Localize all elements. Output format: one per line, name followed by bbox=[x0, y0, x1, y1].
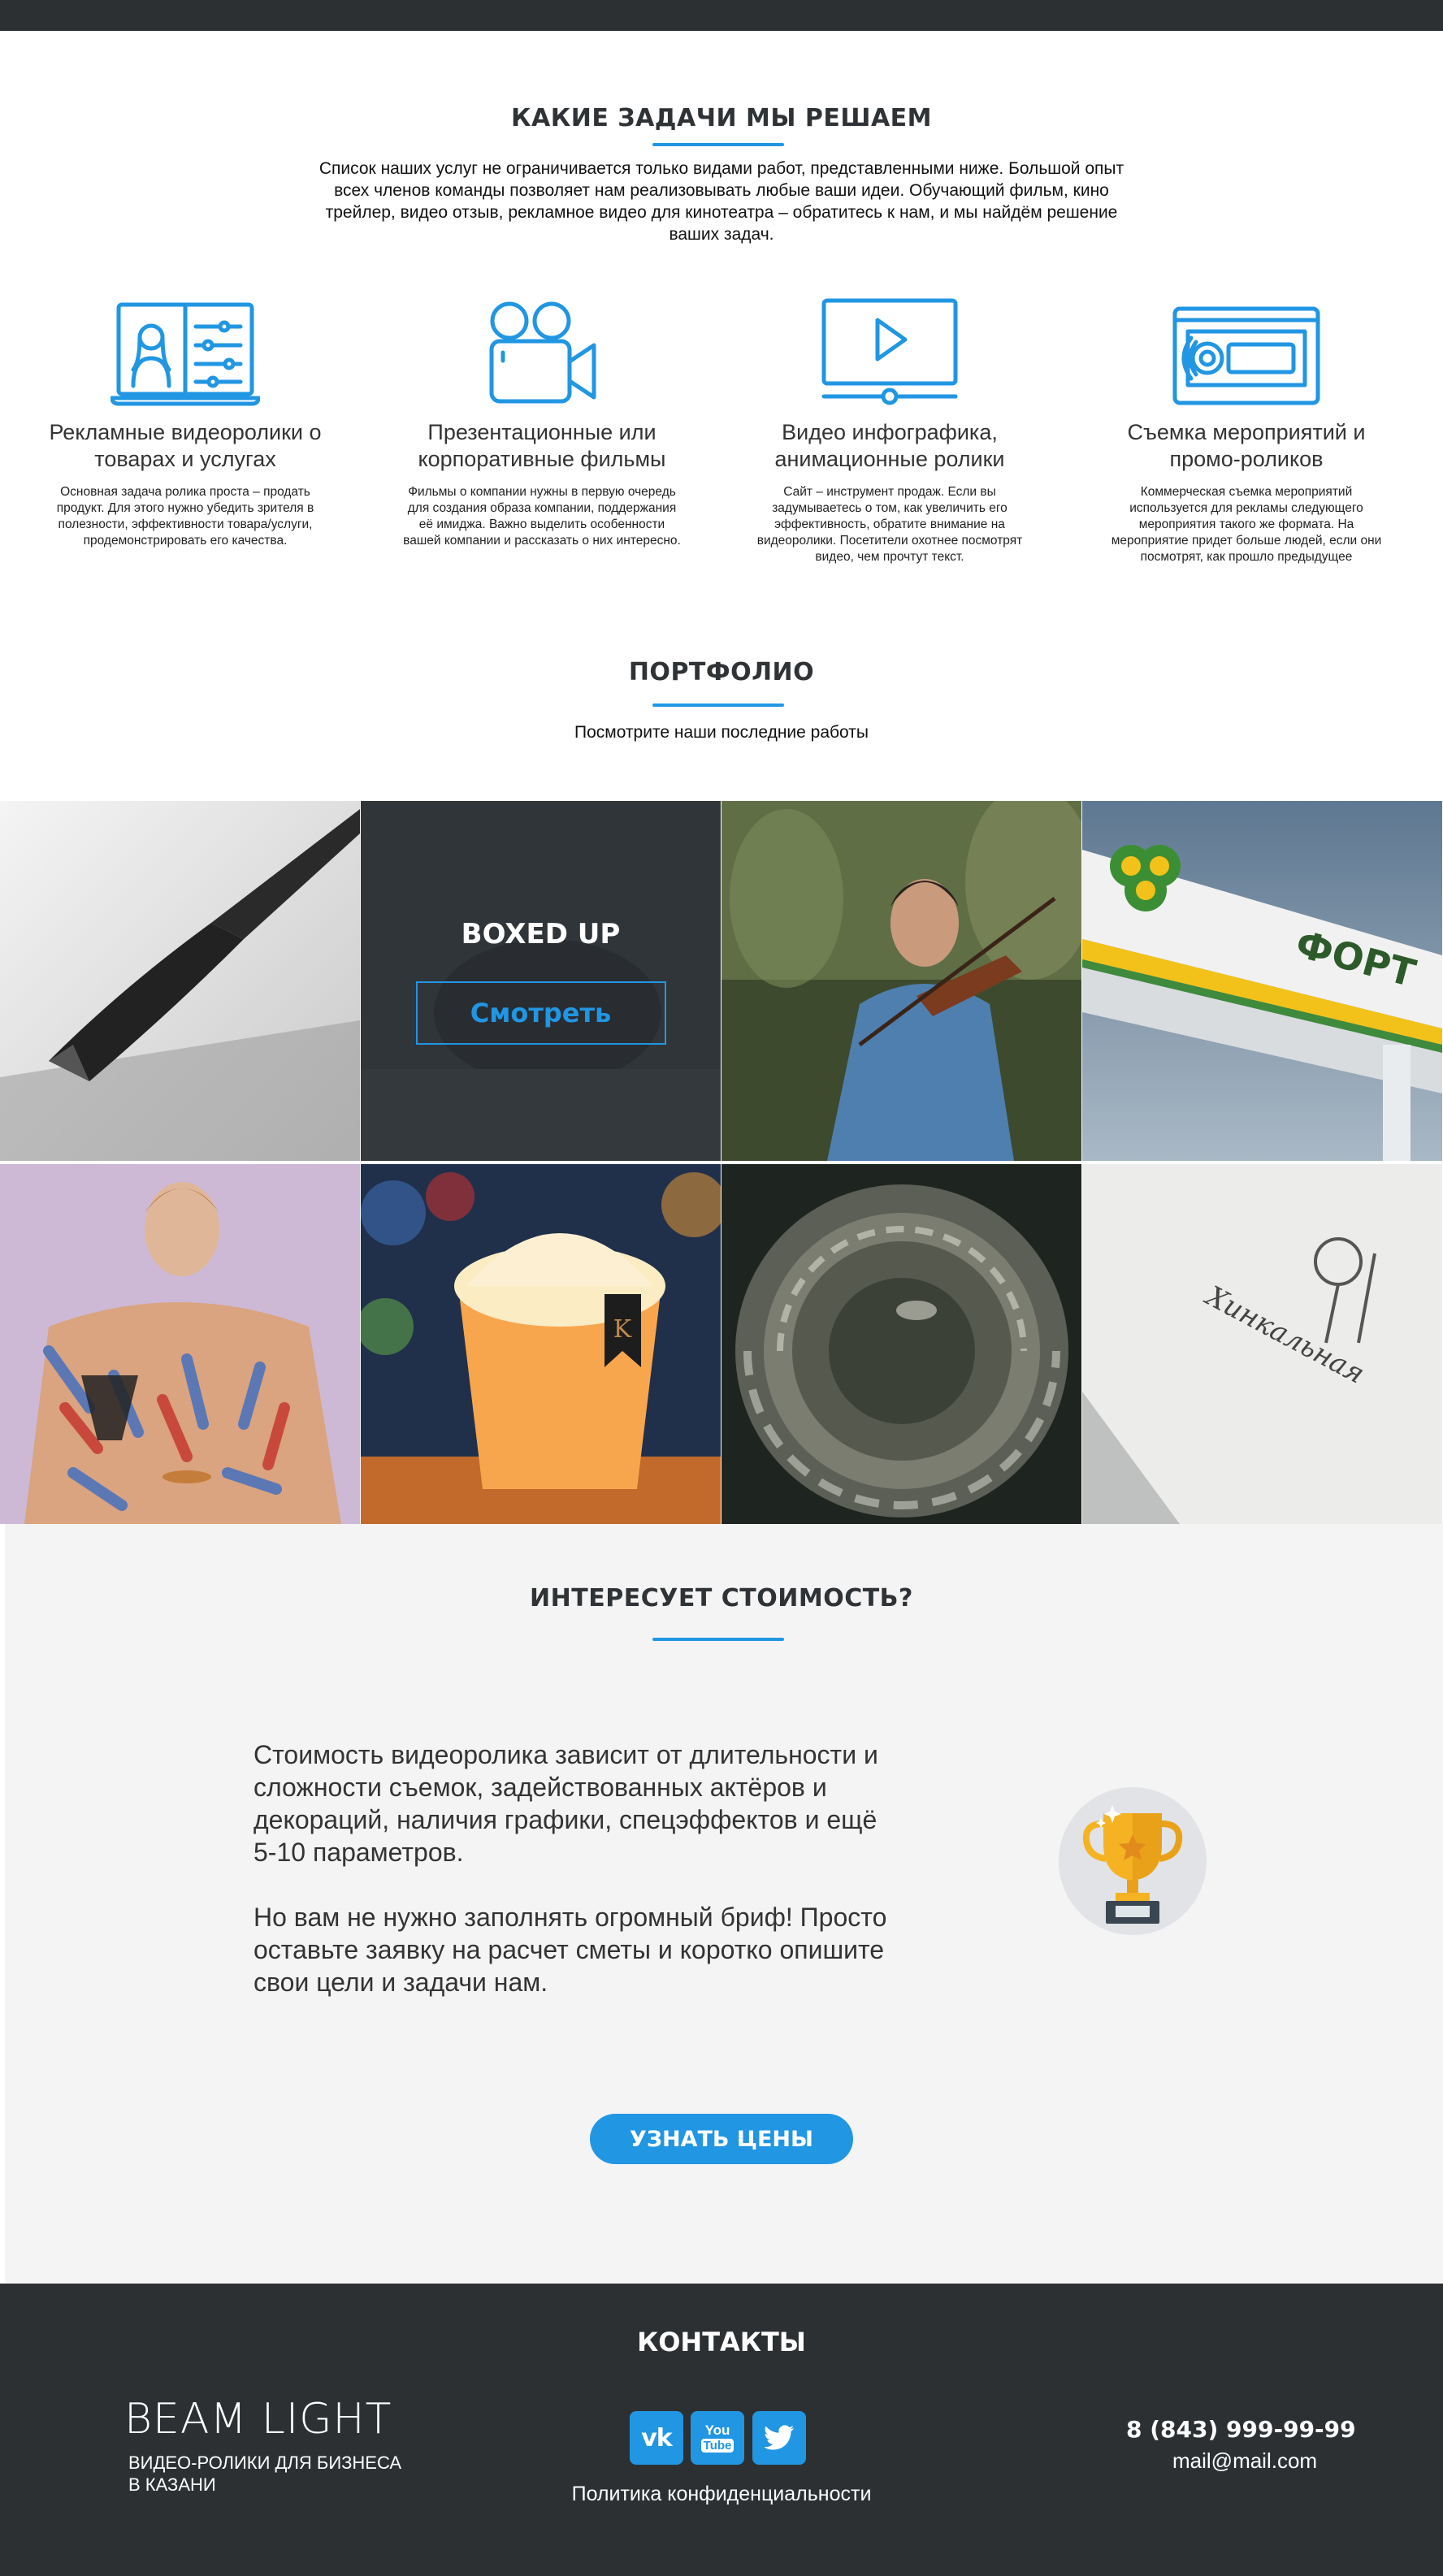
service-title: Презентационные или корпоративные фильмы bbox=[418, 420, 666, 471]
services-title-underline bbox=[652, 143, 784, 146]
service-text: Основная задача ролика проста – продать … bbox=[56, 485, 314, 548]
service-title: Рекламные видеоролики о товарах и услуга… bbox=[49, 420, 322, 471]
service-text: Коммерческая съемка мероприятий использу… bbox=[1111, 485, 1382, 564]
vk-icon: vk bbox=[641, 2423, 673, 2453]
pricing-title: ИНТЕРЕСУЕТ СТОИМОСТЬ? bbox=[530, 1584, 913, 1613]
phone-number[interactable]: 8 (843) 999-99-99 bbox=[1126, 2416, 1356, 2443]
portfolio-item-menu[interactable]: Хинкальная bbox=[1082, 1164, 1442, 1524]
trophy-badge bbox=[1059, 1787, 1207, 1935]
youtube-label-top: You bbox=[704, 2422, 730, 2438]
cup-letter: K bbox=[613, 1315, 632, 1344]
video-cassette-icon bbox=[1172, 306, 1320, 405]
top-bar bbox=[0, 0, 1443, 31]
portfolio-grid: BOXED UP Смотреть ФОРТ K Хинкальная bbox=[0, 801, 1443, 1524]
laptop-presenter-icon bbox=[110, 302, 260, 406]
portfolio-item-gong[interactable] bbox=[722, 1164, 1081, 1524]
twitter-button[interactable] bbox=[752, 2411, 806, 2465]
portfolio-item-gas-station[interactable]: ФОРТ bbox=[1082, 801, 1442, 1161]
youtube-label-bottom: Tube bbox=[700, 2439, 734, 2453]
video-player-icon bbox=[821, 298, 958, 405]
email-address[interactable]: mail@mail.com bbox=[1172, 2448, 1317, 2474]
portfolio-hover-overlay: BOXED UP Смотреть bbox=[361, 801, 721, 1161]
service-title: Съемка мероприятий и промо-роликов bbox=[1127, 420, 1366, 471]
pricing-text: Стоимость видеоролика зависит от длитель… bbox=[254, 1738, 895, 1998]
service-card-corporate: Презентационные или корпоративные фильмы… bbox=[396, 292, 688, 549]
portfolio-item-title: BOXED UP bbox=[461, 917, 621, 950]
service-card-ads: Рекламные видеоролики о товарах и услуга… bbox=[39, 292, 332, 549]
service-title: Видео инфографика, анимационные ролики bbox=[774, 420, 1005, 471]
get-prices-button[interactable]: УЗНАТЬ ЦЕНЫ bbox=[590, 2114, 853, 2164]
portfolio-title: ПОРТФОЛИО bbox=[628, 658, 815, 686]
twitter-icon bbox=[764, 2425, 795, 2450]
service-card-infographics: Видео инфографика, анимационные ролики С… bbox=[743, 292, 1036, 565]
youtube-icon: You Tube bbox=[700, 2422, 734, 2453]
pricing-paragraph-1: Стоимость видеоролика зависит от длитель… bbox=[254, 1740, 878, 1867]
pricing-paragraph-2: Но вам не нужно заполнять огромный бриф!… bbox=[254, 1903, 887, 1997]
portfolio-item-brush[interactable] bbox=[0, 801, 360, 1161]
portfolio-item-cup[interactable]: K bbox=[361, 1164, 721, 1524]
vk-button[interactable]: vk bbox=[630, 2411, 683, 2465]
trophy-icon bbox=[1082, 1805, 1183, 1924]
privacy-policy-link[interactable]: Политика конфиденциальности bbox=[0, 2483, 1443, 2506]
video-camera-icon bbox=[489, 301, 596, 404]
services-title: КАКИЕ ЗАДАЧИ МЫ РЕШАЕМ bbox=[510, 104, 933, 132]
portfolio-subtitle: Посмотрите наши последние работы bbox=[574, 723, 869, 742]
services-description: Список наших услуг не ограничивается тол… bbox=[318, 159, 1124, 244]
service-text: Сайт – инструмент продаж. Если вы задумы… bbox=[756, 485, 1023, 564]
pricing-title-underline bbox=[652, 1638, 784, 1641]
service-text: Фильмы о компании нужны в первую очередь… bbox=[403, 485, 681, 548]
portfolio-item-boxed-up[interactable]: BOXED UP Смотреть bbox=[361, 801, 721, 1161]
watch-button[interactable]: Смотреть bbox=[415, 981, 666, 1045]
youtube-button[interactable]: You Tube bbox=[691, 2411, 744, 2465]
brand-logo[interactable]: BEAM LIGHT bbox=[124, 2395, 392, 2444]
portfolio-item-coffee-man[interactable] bbox=[0, 1164, 360, 1524]
service-card-events: Съемка мероприятий и промо-роликов Комме… bbox=[1100, 292, 1393, 565]
tagline-line-1: ВИДЕО-РОЛИКИ ДЛЯ БИЗНЕСА bbox=[128, 2453, 402, 2473]
portfolio-item-violinist[interactable] bbox=[722, 801, 1081, 1161]
portfolio-title-underline bbox=[652, 704, 784, 707]
contacts-title: КОНТАКТЫ bbox=[637, 2327, 806, 2357]
